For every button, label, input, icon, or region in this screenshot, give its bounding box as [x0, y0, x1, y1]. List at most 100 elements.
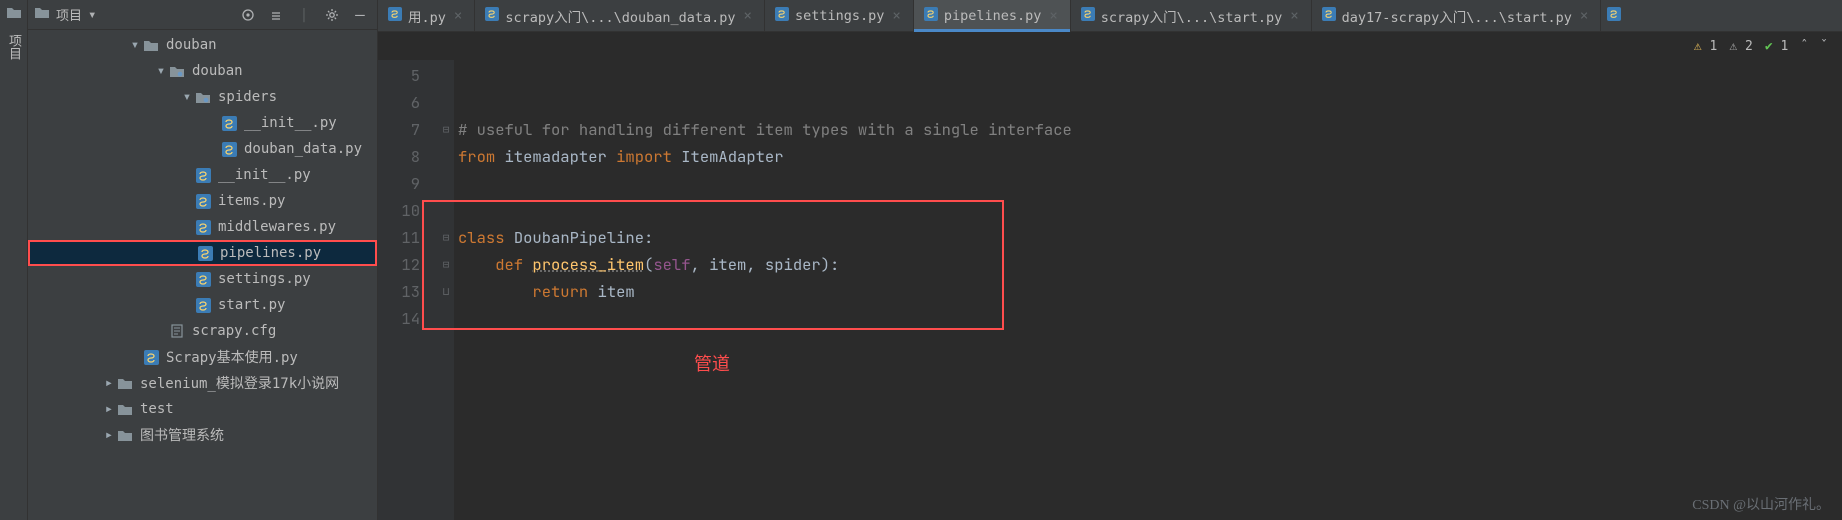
expand-all-icon[interactable]	[265, 4, 287, 26]
python-file-icon	[196, 244, 214, 262]
code-editor[interactable]: 5 6 7 8 9 10 11 12 13 14 ⊟ ⊟ ⊟ ⊔ # usefu…	[378, 60, 1842, 520]
python-file-icon	[388, 7, 402, 25]
line-number: 7	[378, 116, 420, 143]
code-text: ItemAdapter	[672, 146, 784, 167]
code-text: (	[644, 254, 653, 275]
close-icon[interactable]: ×	[1288, 8, 1300, 24]
ok-count: 1	[1781, 39, 1789, 54]
config-file-icon	[168, 322, 186, 340]
close-icon[interactable]: ×	[890, 8, 902, 24]
tree-file-douban-data[interactable]: douban_data.py	[28, 136, 377, 162]
tree-file-init-pkg[interactable]: __init__.py	[28, 162, 377, 188]
chevron-down-icon[interactable]: ▾	[154, 64, 168, 78]
close-icon[interactable]: ×	[742, 8, 754, 24]
rail-project-label[interactable]: 项目	[4, 34, 23, 60]
python-file-icon	[194, 192, 212, 210]
close-icon[interactable]: ×	[1047, 8, 1059, 24]
editor-main: 用.py × scrapy入门\...\douban_data.py × set…	[378, 0, 1842, 520]
tree-file-scrapy-basic[interactable]: Scrapy基本使用.py	[28, 344, 377, 370]
fold-marker-icon[interactable]: ⊟	[438, 251, 454, 278]
folder-icon[interactable]	[6, 6, 22, 28]
line-number: 12	[378, 251, 420, 278]
watermark: CSDN @以山河作礼。	[1692, 494, 1830, 514]
chevron-right-icon[interactable]: ▸	[102, 428, 116, 442]
chevron-down-icon[interactable]: ˇ	[1820, 39, 1828, 54]
tab-label: day17-scrapy入门\...\start.py	[1342, 6, 1572, 26]
python-file-icon	[220, 140, 238, 158]
fold-end-icon[interactable]: ⊔	[438, 278, 454, 305]
line-number: 13	[378, 278, 420, 305]
chevron-right-icon[interactable]: ▸	[102, 376, 116, 390]
sidebar-title: 项目	[56, 5, 82, 24]
tree-folder-selenium[interactable]: ▸ selenium_模拟登录17k小说网	[28, 370, 377, 396]
tree-folder-test[interactable]: ▸ test	[28, 396, 377, 422]
close-icon[interactable]: ×	[452, 8, 464, 24]
chevron-down-icon[interactable]: ▾	[88, 7, 96, 23]
line-number: 11	[378, 224, 420, 251]
tab-overflow[interactable]	[1601, 0, 1627, 31]
code-text: # useful for handling different item typ…	[458, 119, 1072, 140]
project-sidebar: 项目 ▾ | — ▾ douban ▾ douban ▾ spiders __i…	[28, 0, 378, 520]
fold-marker-icon[interactable]: ⊟	[438, 224, 454, 251]
python-file-icon	[220, 114, 238, 132]
code-text: process_item	[532, 254, 644, 275]
tree-label: pipelines.py	[220, 245, 321, 261]
fold-gutter: ⊟ ⊟ ⊟ ⊔	[438, 60, 454, 520]
code-text: DoubanPipeline	[514, 227, 644, 248]
tree-folder-spiders[interactable]: ▾ spiders	[28, 84, 377, 110]
tab-yong-py[interactable]: 用.py ×	[378, 0, 475, 31]
project-tree[interactable]: ▾ douban ▾ douban ▾ spiders __init__.py …	[28, 30, 377, 520]
tree-label: __init__.py	[244, 115, 337, 131]
tab-settings[interactable]: settings.py ×	[765, 0, 914, 31]
tree-file-scrapy-cfg[interactable]: scrapy.cfg	[28, 318, 377, 344]
warning-badge[interactable]: ⚠ 1	[1694, 39, 1717, 54]
tab-day17-start[interactable]: day17-scrapy入门\...\start.py ×	[1312, 0, 1602, 31]
line-number: 14	[378, 305, 420, 332]
error-badge[interactable]: ⚠ 2	[1729, 39, 1752, 54]
tab-label: scrapy入门\...\start.py	[1101, 6, 1282, 26]
tree-label: douban_data.py	[244, 141, 362, 157]
tab-douban-data[interactable]: scrapy入门\...\douban_data.py ×	[475, 0, 765, 31]
gear-icon[interactable]	[321, 4, 343, 26]
tree-label: spiders	[218, 89, 277, 105]
annotation-label: 管道	[694, 350, 730, 376]
tree-file-start[interactable]: start.py	[28, 292, 377, 318]
tree-file-init-spiders[interactable]: __init__.py	[28, 110, 377, 136]
line-number: 5	[378, 62, 420, 89]
divider: |	[293, 4, 315, 26]
chevron-down-icon[interactable]: ▾	[128, 38, 142, 52]
tree-file-pipelines[interactable]: pipelines.py	[28, 240, 377, 266]
close-icon[interactable]: ×	[1578, 8, 1590, 24]
code-text: :	[644, 227, 653, 248]
tree-label: middlewares.py	[218, 219, 336, 235]
tree-folder-douban-pkg[interactable]: ▾ douban	[28, 58, 377, 84]
hide-icon[interactable]: —	[349, 4, 371, 26]
chevron-right-icon[interactable]: ▸	[102, 402, 116, 416]
locate-icon[interactable]	[237, 4, 259, 26]
ok-badge[interactable]: ✔ 1	[1765, 39, 1788, 54]
line-number: 6	[378, 89, 420, 116]
python-file-icon	[1322, 7, 1336, 25]
python-file-icon	[1607, 7, 1621, 25]
tree-label: start.py	[218, 297, 285, 313]
tree-label: items.py	[218, 193, 285, 209]
tree-folder-book-mgmt[interactable]: ▸ 图书管理系统	[28, 422, 377, 448]
chevron-up-icon[interactable]: ˆ	[1800, 39, 1808, 54]
tree-folder-douban[interactable]: ▾ douban	[28, 32, 377, 58]
tab-pipelines[interactable]: pipelines.py ×	[914, 0, 1071, 31]
tab-start[interactable]: scrapy入门\...\start.py ×	[1071, 0, 1312, 31]
fold-marker-icon[interactable]: ⊟	[438, 116, 454, 143]
tree-file-items[interactable]: items.py	[28, 188, 377, 214]
tool-window-rail: 项目	[0, 0, 28, 520]
sidebar-toolbar: 项目 ▾ | —	[28, 0, 377, 30]
python-file-icon	[194, 296, 212, 314]
code-text: item	[598, 281, 635, 302]
chevron-down-icon[interactable]: ▾	[180, 90, 194, 104]
python-folder-icon	[168, 62, 186, 80]
code-area[interactable]: # useful for handling different item typ…	[454, 60, 1842, 520]
tree-label: selenium_模拟登录17k小说网	[140, 373, 339, 393]
tree-file-middlewares[interactable]: middlewares.py	[28, 214, 377, 240]
tree-file-settings[interactable]: settings.py	[28, 266, 377, 292]
warning-count: 1	[1710, 39, 1718, 54]
python-file-icon	[194, 166, 212, 184]
